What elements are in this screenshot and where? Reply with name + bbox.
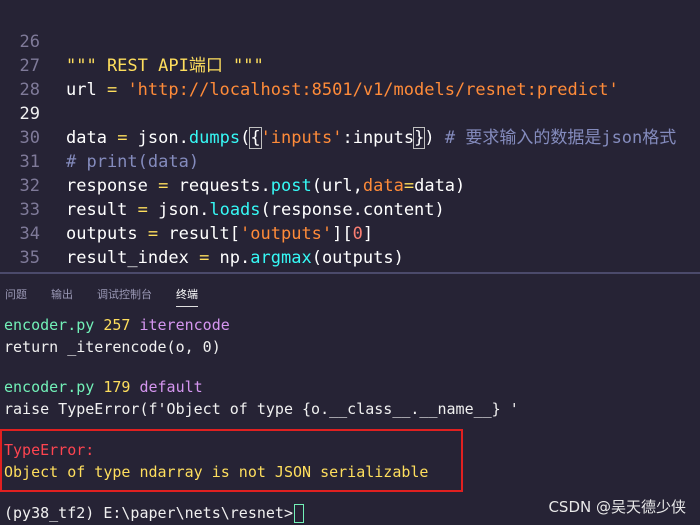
code-line-34[interactable]: 34 result_index = np.argmax(outputs) (0, 198, 700, 268)
code-line-31[interactable]: 31 response = requests.post(url,data=dat… (0, 126, 700, 196)
tab-debug-console[interactable]: 调试控制台 (97, 286, 152, 302)
terminal-line: raise TypeError(f'Object of type {o.__cl… (4, 400, 519, 418)
code-line-30[interactable]: 30 # print(data) (0, 102, 700, 172)
bottom-panel: 问题 输出 调试控制台 终端 encoder.py 257 iterencode… (0, 274, 700, 525)
code-line-27[interactable]: 27 url = 'http://localhost:8501/v1/model… (0, 30, 700, 100)
terminal-file: encoder.py (4, 316, 95, 334)
terminal-function: default (139, 378, 203, 396)
code-line-29[interactable]: 29 data = json.dumps({'inputs':inputs}) … (0, 78, 700, 149)
code-line-35[interactable]: 35 (0, 222, 700, 268)
panel-tabs: 问题 输出 调试控制台 终端 (0, 274, 700, 312)
code-line-33[interactable]: 33 outputs = result['outputs'][0] (0, 174, 700, 244)
tab-problems[interactable]: 问题 (5, 286, 27, 302)
code-editor[interactable]: 26 """ REST API端口 """ 27 url = 'http://l… (0, 0, 700, 272)
code-line-28[interactable]: 28 (0, 54, 700, 100)
csdn-watermark: CSDN @吴天德少侠 (548, 498, 686, 516)
tab-terminal[interactable]: 终端 (176, 286, 198, 307)
terminal-line: return _iterencode(o, 0) (4, 338, 221, 356)
terminal-prompt: (py38_tf2) E:\paper\nets\resnet> (4, 504, 293, 522)
terminal-line: encoder.py 257 iterencode (4, 314, 230, 336)
terminal-prompt-line[interactable]: (py38_tf2) E:\paper\nets\resnet> (4, 502, 304, 524)
terminal-cursor-icon[interactable] (293, 504, 304, 523)
terminal-line-number: 257 (103, 316, 131, 334)
tab-output[interactable]: 输出 (51, 286, 73, 302)
terminal-line-number: 179 (103, 378, 131, 396)
code-line-32[interactable]: 32 result = json.loads(response.content) (0, 150, 700, 220)
terminal-file: encoder.py (4, 378, 95, 396)
terminal-function: iterencode (139, 316, 230, 334)
terminal-line: encoder.py 179 default (4, 376, 203, 398)
code-line-36[interactable]: 36 (0, 246, 700, 270)
error-message: Object of type ndarray is not JSON seria… (4, 463, 429, 481)
error-type: TypeError: (4, 441, 95, 459)
code-line-26[interactable]: 26 """ REST API端口 """ (0, 6, 700, 76)
